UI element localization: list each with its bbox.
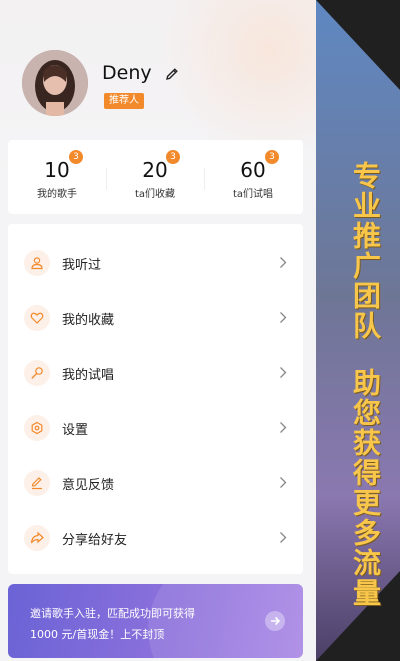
menu-item-label: 我听过 xyxy=(62,258,102,273)
heart-icon xyxy=(24,305,50,331)
menu-item-label: 分享给好友 xyxy=(62,533,128,548)
menu-list: 我听过 我的收藏 我的试唱 设置 意见反馈 分享给好友 xyxy=(8,224,303,574)
stat-value: 60 xyxy=(240,158,266,182)
decorative-corner xyxy=(316,0,400,90)
stat-their-trials[interactable]: 60 3 ta们试唱 xyxy=(204,140,302,214)
referrer-badge: 推荐人 xyxy=(104,93,144,109)
stat-their-favorites[interactable]: 20 3 ta们收藏 xyxy=(106,140,204,214)
chevron-right-icon xyxy=(280,312,287,323)
chevron-right-icon xyxy=(280,477,287,488)
chevron-right-icon xyxy=(280,422,287,433)
notification-badge: 3 xyxy=(265,150,279,164)
menu-item-favorites[interactable]: 我的收藏 xyxy=(8,291,303,346)
menu-item-label: 设置 xyxy=(62,423,89,438)
stats-card: 10 3 我的歌手 20 3 ta们收藏 60 3 ta们试唱 xyxy=(8,140,303,214)
profile-screen: Deny 推荐人 10 3 我的歌手 20 3 ta们收藏 60 3 ta们试唱 xyxy=(0,0,316,661)
stat-label: 我的歌手 xyxy=(37,189,77,200)
user-icon xyxy=(24,250,50,276)
stat-value: 20 xyxy=(142,158,168,182)
chevron-right-icon xyxy=(280,367,287,378)
notification-badge: 3 xyxy=(69,150,83,164)
menu-item-label: 意见反馈 xyxy=(62,478,115,493)
menu-item-listened[interactable]: 我听过 xyxy=(8,236,303,291)
settings-icon xyxy=(24,415,50,441)
menu-item-share[interactable]: 分享给好友 xyxy=(8,511,303,566)
banner-text-line1: 邀请歌手入驻，匹配成功即可获得 xyxy=(30,607,195,620)
menu-item-label: 我的试唱 xyxy=(62,368,115,383)
promo-headline-1: 专业推广团队 xyxy=(349,161,382,341)
edit-icon xyxy=(24,470,50,496)
menu-item-trials[interactable]: 我的试唱 xyxy=(8,346,303,401)
edit-profile-icon[interactable] xyxy=(164,66,180,82)
menu-item-feedback[interactable]: 意见反馈 xyxy=(8,456,303,511)
banner-text-line2: 1000 元/首现金！上不封顶 xyxy=(30,628,165,641)
notification-badge: 3 xyxy=(166,150,180,164)
menu-item-settings[interactable]: 设置 xyxy=(8,401,303,456)
chevron-right-icon xyxy=(280,532,287,543)
promo-headline-2: 助您获得更多流量 xyxy=(349,367,382,608)
promo-side-banner: 专业推广团队 助您获得更多流量 xyxy=(316,0,400,661)
menu-item-label: 我的收藏 xyxy=(62,313,115,328)
stat-label: ta们收藏 xyxy=(134,189,176,200)
microphone-icon xyxy=(24,360,50,386)
arrow-right-icon[interactable] xyxy=(265,611,285,631)
avatar[interactable] xyxy=(22,50,88,116)
share-icon xyxy=(24,525,50,551)
user-name: Deny xyxy=(102,62,152,84)
stat-value: 10 xyxy=(44,158,70,182)
stat-my-singers[interactable]: 10 3 我的歌手 xyxy=(8,140,106,214)
invite-banner[interactable]: 邀请歌手入驻，匹配成功即可获得 1000 元/首现金！上不封顶 xyxy=(8,584,303,658)
avatar-image xyxy=(22,50,88,116)
chevron-right-icon xyxy=(280,257,287,268)
stat-label: ta们试唱 xyxy=(232,189,274,200)
